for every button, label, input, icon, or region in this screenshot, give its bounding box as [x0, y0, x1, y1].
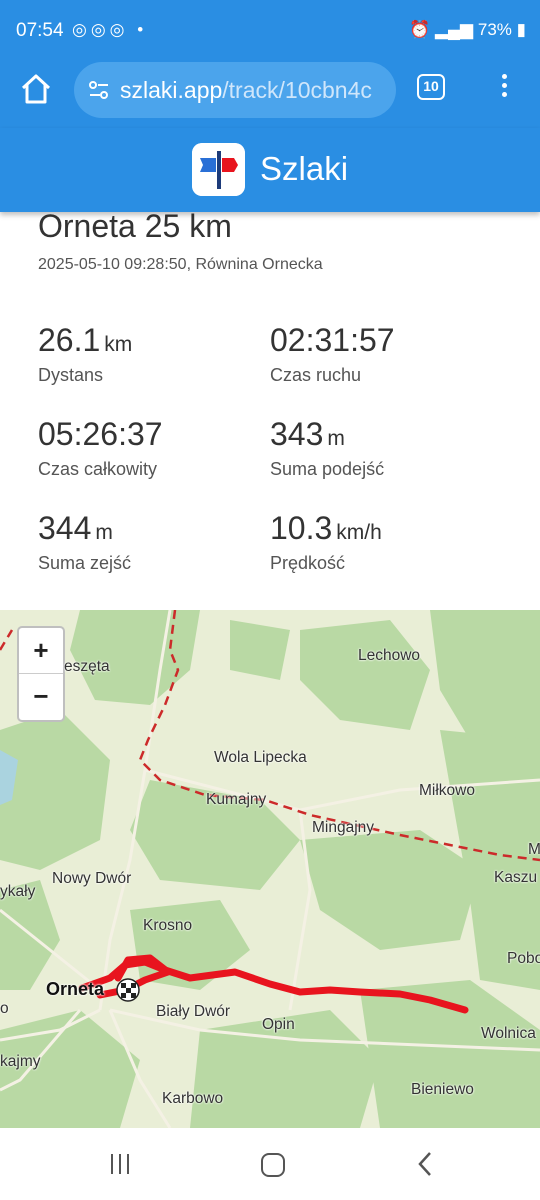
stat-unit: m	[327, 427, 345, 450]
stat-label: Suma zejść	[38, 553, 132, 573]
place-label: kajmy	[0, 1053, 41, 1070]
tab-switcher-button[interactable]: 10	[417, 74, 445, 100]
url-host: szlaki.app	[120, 77, 223, 103]
stat-unit: m	[95, 521, 113, 544]
battery-icon: ▮	[516, 20, 526, 39]
place-label: Biały Dwór	[156, 1003, 231, 1020]
place-label: eszęta	[64, 658, 110, 675]
stat-label: Dystans	[38, 365, 104, 385]
stat-value: 05:26:37	[38, 416, 163, 452]
stat-speed: 10.3 km/h Prędkość	[270, 510, 382, 574]
stat-label: Suma podejść	[270, 459, 385, 479]
stat-unit: km	[104, 333, 133, 356]
track-map[interactable]: + − eszęta Lechowo Wola Lipecka Kumajny …	[0, 610, 540, 1128]
place-label: Pobo	[507, 950, 540, 967]
stat-moving-time: 02:31:57 Czas ruchu	[270, 322, 395, 386]
place-label: Bieniewo	[411, 1081, 474, 1098]
status-bar: 07:54 ◎◎◎ • ⏰ ▂▄▆ 73% ▮	[0, 0, 540, 58]
stat-value: 02:31:57	[270, 322, 395, 358]
place-label-town: Orneta	[46, 979, 105, 999]
home-nav-icon[interactable]	[261, 1153, 285, 1177]
place-label: Lechowo	[358, 647, 421, 664]
szlaki-logo-icon[interactable]	[192, 143, 245, 196]
app-brand-name[interactable]: Szlaki	[260, 150, 348, 188]
stat-label: Czas ruchu	[270, 365, 362, 385]
stat-value: 26.1	[38, 322, 101, 358]
status-time: 07:54	[16, 20, 64, 41]
stat-value: 343	[270, 416, 324, 452]
alarm-icon: ⏰	[409, 20, 431, 39]
url-path: /track/10cbn4c	[222, 77, 372, 103]
more-menu-icon[interactable]	[494, 70, 514, 104]
map-canvas[interactable]	[0, 610, 540, 1128]
app-header: Szlaki	[0, 128, 540, 212]
zoom-out-button[interactable]: −	[19, 674, 63, 720]
place-label: o	[0, 1000, 9, 1017]
url-text: szlaki.app/track/10cbn4c	[120, 77, 392, 104]
track-subtitle: 2025-05-10 09:28:50, Równina Ornecka	[38, 256, 323, 273]
place-label: M	[528, 841, 540, 858]
stat-value: 344	[38, 510, 92, 546]
system-nav-bar	[0, 1128, 540, 1200]
forest-areas	[0, 610, 540, 1128]
marked-trail-segment	[0, 629, 14, 651]
track-title: Orneta 25 km	[38, 208, 232, 244]
place-label: Opin	[262, 1016, 295, 1033]
stat-total-time: 05:26:37 Czas całkowity	[38, 416, 163, 480]
status-right: ⏰ ▂▄▆ 73% ▮	[409, 20, 526, 40]
browser-toolbar: szlaki.app/track/10cbn4c 10	[0, 58, 540, 128]
stat-distance: 26.1 km Dystans	[38, 322, 132, 386]
signal-icon: ▂▄▆	[434, 20, 474, 39]
finish-flag-icon[interactable]	[116, 978, 140, 1002]
place-label: Krosno	[143, 917, 193, 934]
back-icon[interactable]	[416, 1150, 434, 1178]
stat-value: 10.3	[270, 510, 333, 546]
stat-label: Prędkość	[270, 553, 346, 573]
place-label: Kumajny	[206, 791, 267, 808]
place-label: Kaszu	[494, 869, 538, 886]
stat-ascent: 343 m Suma podejść	[270, 416, 384, 480]
place-label: Wola Lipecka	[214, 749, 307, 766]
battery-level: 73%	[477, 20, 512, 39]
stat-descent: 344 m Suma zejść	[38, 510, 131, 574]
notification-icons: ◎◎◎ •	[72, 20, 148, 39]
place-label: ykały	[0, 883, 36, 900]
place-label: Mingajny	[312, 819, 375, 836]
home-icon[interactable]	[18, 71, 54, 107]
place-label: Miłkowo	[419, 782, 475, 799]
place-label: Karbowo	[162, 1090, 224, 1107]
recent-apps-icon[interactable]	[111, 1154, 135, 1176]
url-bar[interactable]: szlaki.app/track/10cbn4c	[74, 62, 396, 118]
stat-label: Czas całkowity	[38, 459, 158, 479]
place-label: Wolnica	[481, 1025, 536, 1042]
stat-unit: km/h	[336, 521, 382, 544]
zoom-in-button[interactable]: +	[19, 628, 63, 674]
place-label: Nowy Dwór	[52, 870, 132, 887]
zoom-control: + −	[17, 626, 65, 722]
site-settings-icon[interactable]	[88, 79, 110, 101]
